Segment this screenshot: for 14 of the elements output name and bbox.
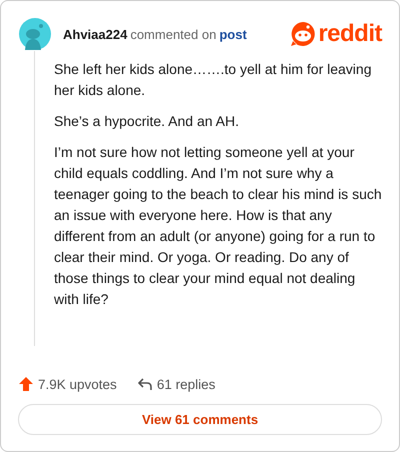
reply-icon (136, 377, 153, 391)
view-comments-button[interactable]: View 61 comments (18, 404, 382, 435)
logo-text: reddit (318, 20, 382, 48)
username[interactable]: Ahviaa224 (63, 26, 128, 42)
comment-paragraph: I’m not sure how not letting someone yell at your child equals coddling. And I’m not sure why a teenager going to the beach to clear his mind is such an issue with everyone here. How is that any different from an adult (or anyone) going for a run to clear their mind. Or yoga. Or reading. Do any of those things to clear your mind equal not dealing with life? (54, 143, 382, 309)
avatar-icon (18, 17, 52, 51)
post-link[interactable]: post (219, 26, 247, 42)
action-text: commented on (130, 26, 216, 42)
upvote-icon (18, 376, 34, 392)
comment-paragraph: She’s a hypocrite. And an AH. (54, 112, 240, 131)
reply-count: 61 replies (156, 376, 216, 392)
upvote-count: 7.9K upvotes (38, 376, 117, 392)
snoo-icon (290, 21, 316, 47)
comment-paragraph: She left her kids alone…….to yell at him for leaving her kids alone. (54, 60, 372, 100)
